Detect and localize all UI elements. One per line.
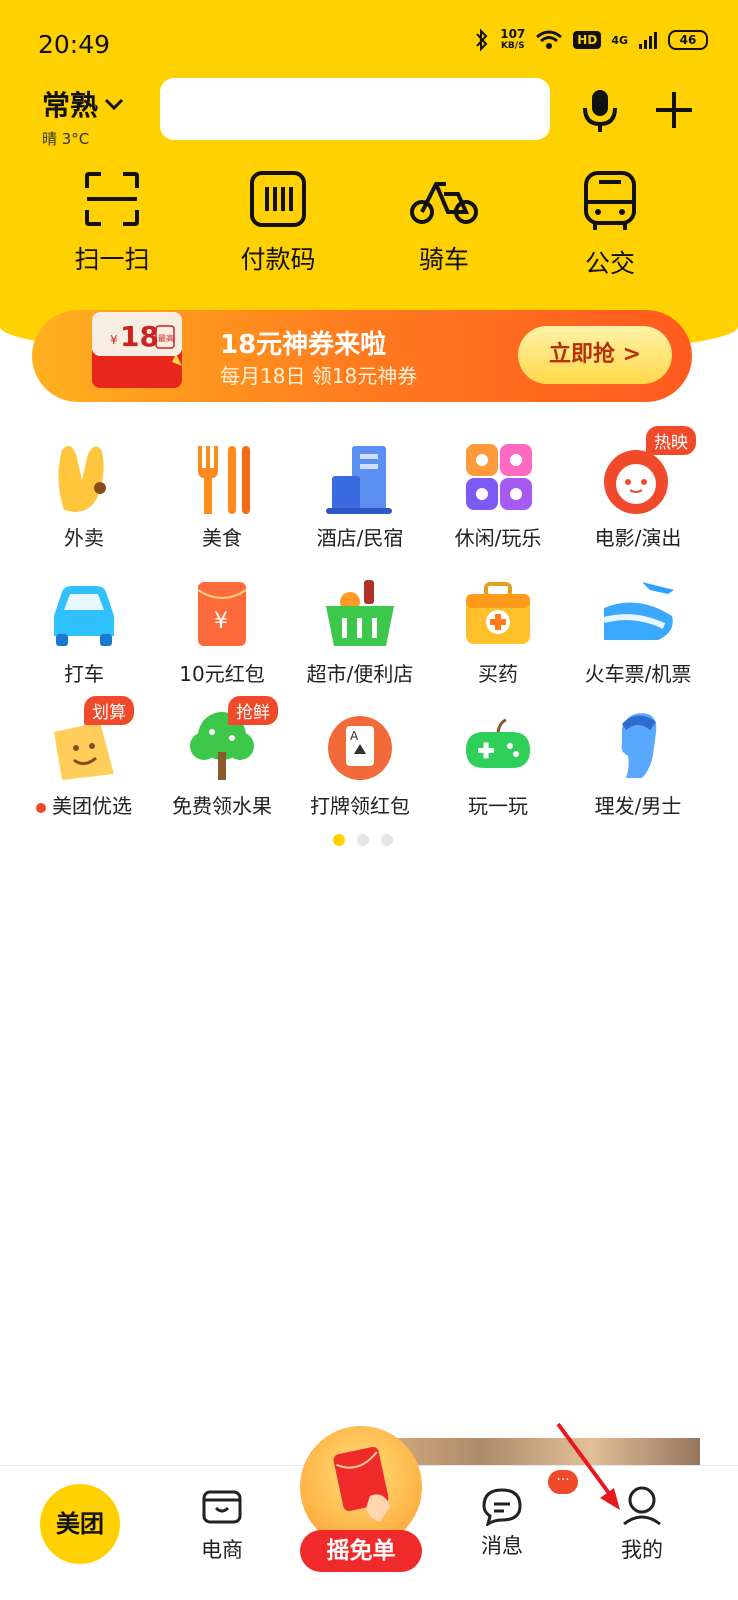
promo-banner[interactable]: ¥ 18 最高 18元神券来啦 每月18日 领18元神券 立即抢 > [32,310,692,402]
promo-title: 18元神券来啦 [220,330,387,360]
status-bar: 20:49 107 KB/S HD 4G 46 [0,20,738,70]
signal-4g: 4G [611,33,628,47]
weather: 晴 3°C [42,130,90,148]
category-haircut[interactable]: 理发/男士 [564,708,712,819]
takeout-icon [58,445,106,512]
page-dot [381,834,393,846]
category-free-fruit[interactable]: 抢鲜 免费领水果 [148,696,296,819]
hd-badge: HD [573,31,602,49]
microphone-icon[interactable] [580,88,620,134]
gamepad-icon [466,718,530,768]
wifi-icon [536,30,563,49]
train-plane-icon [603,582,674,640]
coupon-envelope-icon: ¥ 18 最高 [92,312,182,388]
grab-now-button[interactable]: 立即抢 > [518,326,672,384]
barcode-icon [250,171,306,227]
svg-text:最高: 最高 [158,333,174,343]
leisure-icon [466,444,532,510]
tab-ecommerce[interactable]: 电商 [162,1484,282,1564]
medicine-icon [466,582,530,644]
category-play[interactable]: 玩一玩 [424,708,572,819]
bluetooth-icon [476,28,488,52]
message-icon [482,1488,522,1528]
status-icons: 107 KB/S HD 4G 46 [474,28,708,52]
quick-actions: 扫一扫 付款码 骑车 公交 [0,170,738,280]
plus-icon[interactable] [652,88,696,132]
net-speed: 107 KB/S [500,27,526,51]
page-dot-active [333,834,345,846]
page-dot [357,834,369,846]
tab-home[interactable]: 美团 [40,1484,120,1564]
car-icon [54,586,114,646]
category-leisure[interactable]: 休闲/玩乐 [424,440,572,551]
card-icon: A [328,716,392,780]
shake-label: 摇免单 [300,1530,422,1572]
fork-icon [198,446,250,514]
shop-box-icon [202,1490,242,1524]
category-hotel[interactable]: 酒店/民宿 [286,440,434,551]
category-medicine[interactable]: 买药 [424,576,572,687]
annotation-arrow-icon [556,1422,620,1510]
svg-text:18: 18 [120,320,159,353]
page-indicator [333,834,393,846]
chevron-down-icon [104,98,124,111]
red-dot [36,802,46,813]
tab-shake-free-order[interactable]: 摇免单 [300,1426,422,1586]
svg-text:¥: ¥ [110,333,118,347]
hot-badge: 热映 [646,426,696,455]
category-food[interactable]: 美食 [148,440,296,551]
category-card-game[interactable]: A 打牌领红包 [286,708,434,819]
quick-action-bus[interactable]: 公交 [540,170,680,280]
bike-icon [410,182,478,224]
category-youxuan[interactable]: 划算 美团优选 [10,696,158,819]
quick-action-pay-code[interactable]: 付款码 [208,170,348,276]
location-selector[interactable]: 常熟 晴 3°C [42,84,124,149]
category-movie[interactable]: 热映 电影/演出 [564,426,712,551]
head-icon [621,713,657,778]
svg-text:¥: ¥ [214,609,228,634]
search-input[interactable] [160,78,550,140]
bus-icon [584,171,636,230]
red-envelope-icon: ¥ [197,582,247,646]
quick-action-scan[interactable]: 扫一扫 [42,170,182,276]
category-tickets[interactable]: 火车票/机票 [564,576,712,687]
category-red-envelope[interactable]: ¥ 10元红包 [148,576,296,687]
city-name[interactable]: 常熟 [42,84,124,124]
quick-action-bike[interactable]: 骑车 [374,170,514,276]
scan-icon [85,172,139,226]
hotel-icon [326,446,392,514]
tab-messages[interactable]: ··· 消息 [442,1470,578,1560]
status-time: 20:49 [38,30,111,59]
battery-icon: 46 [668,30,708,50]
basket-icon [326,580,394,646]
promo-subtitle: 每月18日 领18元神券 [220,364,418,388]
fresh-badge: 抢鲜 [228,696,278,725]
category-takeout[interactable]: 外卖 [10,440,158,551]
svg-text:A: A [350,729,359,743]
category-taxi[interactable]: 打车 [10,576,158,687]
signal-icon [639,32,657,49]
category-supermarket[interactable]: 超市/便利店 [286,576,434,687]
deal-badge: 划算 [84,696,134,725]
